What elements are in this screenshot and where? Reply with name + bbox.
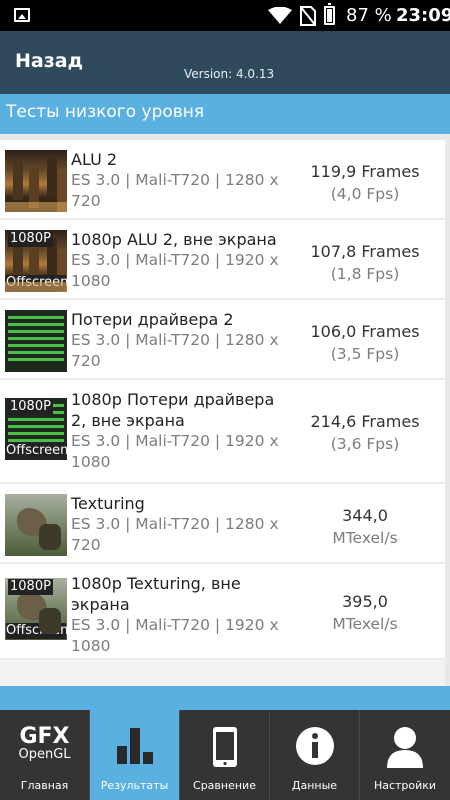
test-title: 1080p Потери драйвера 2, вне экрана — [71, 390, 275, 430]
no-sim-icon — [300, 6, 316, 26]
version-label: Version: 4.0.13 — [184, 67, 275, 81]
wifi-icon — [268, 7, 292, 24]
test-title: Потери драйвера 2 — [71, 310, 234, 329]
test-score: 214,6 Frames — [310, 412, 420, 431]
test-score: 344,0 — [342, 506, 388, 525]
test-score: 395,0 — [342, 592, 388, 611]
nav-data[interactable]: Данные — [270, 710, 360, 800]
offscreen-badge: Offscreen — [6, 623, 67, 639]
test-config: ES 3.0 | Mali-T720 | 1920 x 1080 — [71, 616, 279, 655]
test-title: ALU 2 — [71, 150, 118, 169]
list-item-alu2[interactable]: ALU 2 ES 3.0 | Mali-T720 | 1280 x 720 11… — [0, 140, 445, 220]
test-score: 106,0 Frames — [310, 322, 420, 341]
test-title: 1080p ALU 2, вне экрана — [71, 230, 277, 249]
alu-offscreen-thumbnail: 1080P Offscreen — [5, 230, 67, 292]
list-item-texturing-offscreen[interactable]: 1080P Offscreen 1080p Texturing, вне экр… — [0, 564, 445, 660]
nav-settings[interactable]: Настройки — [360, 710, 450, 800]
texturing-offscreen-thumbnail: 1080P Offscreen — [5, 578, 67, 640]
test-score-sub: (3,6 Fps) — [330, 435, 400, 453]
test-score-sub: (4,0 Fps) — [330, 185, 400, 203]
clock: 23:09 — [396, 5, 450, 26]
nav-label: Сравнение — [193, 779, 256, 792]
test-score: 107,8 Frames — [310, 242, 420, 261]
test-title: Texturing — [71, 494, 145, 513]
section-title: Тесты низкого уровня — [0, 94, 450, 134]
nav-label: Результаты — [100, 779, 169, 792]
texturing-thumbnail — [5, 494, 67, 556]
accent-divider — [0, 686, 450, 710]
bottom-nav: GFX OpenGL Главная Результаты Сравнение — [0, 710, 450, 800]
gfx-logo-icon: GFX OpenGL — [0, 726, 89, 774]
bar-chart-icon — [116, 728, 153, 764]
list-footer — [0, 660, 445, 686]
battery-percent: 87 % — [346, 5, 392, 26]
list-item-alu2-offscreen[interactable]: 1080P Offscreen 1080p ALU 2, вне экрана … — [0, 220, 445, 300]
results-list: ALU 2 ES 3.0 | Mali-T720 | 1280 x 720 11… — [0, 140, 445, 660]
nav-label: Главная — [20, 779, 69, 792]
test-config: ES 3.0 | Mali-T720 | 1280 x 720 — [71, 171, 279, 210]
list-item-driver2-offscreen[interactable]: 1080P Offscreen 1080p Потери драйвера 2,… — [0, 380, 445, 484]
nav-home[interactable]: GFX OpenGL Главная — [0, 710, 90, 800]
test-score-sub: (1,8 Fps) — [330, 265, 400, 283]
offscreen-badge: Offscreen — [6, 275, 67, 291]
test-config: ES 3.0 | Mali-T720 | 1920 x 1080 — [71, 432, 279, 471]
test-score-sub: MTexel/s — [332, 615, 398, 633]
status-bar: 87 % 23:09 — [0, 0, 450, 31]
info-icon — [295, 727, 334, 765]
offscreen-badge: Offscreen — [6, 443, 67, 459]
test-config: ES 3.0 | Mali-T720 | 1280 x 720 — [71, 515, 279, 554]
logo-subtext: OpenGL — [18, 747, 71, 762]
alu-thumbnail — [5, 150, 67, 212]
test-score-sub: MTexel/s — [332, 529, 398, 547]
resolution-badge: 1080P — [8, 231, 53, 247]
resolution-badge: 1080P — [8, 579, 53, 595]
gallery-icon — [14, 8, 30, 22]
list-item-texturing[interactable]: Texturing ES 3.0 | Mali-T720 | 1280 x 72… — [0, 484, 445, 564]
driver-thumbnail — [5, 310, 67, 372]
test-config: ES 3.0 | Mali-T720 | 1280 x 720 — [71, 331, 279, 370]
battery-icon — [324, 3, 335, 25]
list-item-driver2[interactable]: Потери драйвера 2 ES 3.0 | Mali-T720 | 1… — [0, 300, 445, 380]
test-score: 119,9 Frames — [310, 162, 420, 181]
test-score-sub: (3,5 Fps) — [330, 345, 400, 363]
driver-offscreen-thumbnail: 1080P Offscreen — [5, 398, 67, 460]
logo-text: GFX — [19, 724, 70, 749]
resolution-badge: 1080P — [8, 399, 53, 415]
nav-compare[interactable]: Сравнение — [180, 710, 270, 800]
nav-label: Настройки — [373, 779, 437, 792]
back-button[interactable]: Назад — [15, 50, 83, 72]
test-title: 1080p Texturing, вне экрана — [71, 574, 241, 614]
phone-icon — [212, 727, 237, 767]
test-config: ES 3.0 | Mali-T720 | 1920 x 1080 — [71, 251, 279, 290]
user-icon — [387, 727, 423, 768]
nav-results[interactable]: Результаты — [90, 710, 180, 800]
nav-label: Данные — [291, 779, 338, 792]
app-header: Назад Version: 4.0.13 — [0, 31, 450, 94]
